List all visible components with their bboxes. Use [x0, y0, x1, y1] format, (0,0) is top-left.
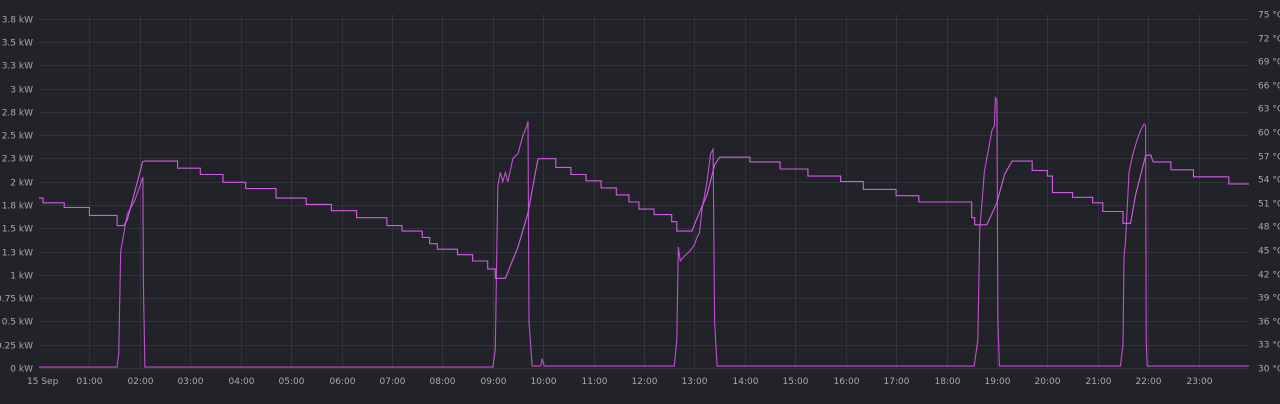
x-axis-tick-label: 01:00: [77, 377, 103, 387]
left-axis-tick-label: 3.8 kW: [2, 16, 33, 26]
x-axis-tick-label: 08:00: [430, 377, 456, 387]
left-axis-tick-label: 1.5 kW: [2, 225, 33, 235]
right-axis-tick-label: 33 °C: [1258, 341, 1280, 351]
right-axis-tick-label: 39 °C: [1258, 294, 1280, 304]
x-axis-tick-label: 18:00: [935, 377, 961, 387]
right-axis-tick-label: 72 °C: [1258, 35, 1280, 45]
x-axis-tick-label: 13:00: [682, 377, 708, 387]
line-chart[interactable]: 0 kW 0.25 kW 0.5 kW 0.75 kW 1 kW 1.3 kW 1.5 kW…: [0, 0, 1280, 400]
x-axis-tick-label: 21:00: [1086, 377, 1112, 387]
x-axis-tick-label: 05:00: [279, 377, 305, 387]
x-axis-tick-label: 10:00: [531, 377, 557, 387]
x-axis-tick-label: 20:00: [1035, 377, 1061, 387]
left-axis-tick-label: 0 kW: [10, 365, 33, 375]
x-axis-tick-label: 02:00: [128, 377, 154, 387]
right-axis-tick-label: 57 °C: [1258, 153, 1280, 163]
right-axis-tick-label: 60 °C: [1258, 129, 1280, 139]
right-axis-tick-label: 42 °C: [1258, 271, 1280, 281]
right-axis-tick-label: 75 °C: [1258, 11, 1280, 21]
x-axis-tick-label: 19:00: [985, 377, 1011, 387]
left-axis-tick-label: 2.8 kW: [2, 109, 33, 119]
x-axis-tick-label: 03:00: [178, 377, 204, 387]
left-axis-tick-label: 1.8 kW: [2, 202, 33, 212]
x-axis-tick-label: 23:00: [1187, 377, 1213, 387]
x-axis-tick-label: 04:00: [229, 377, 255, 387]
x-axis-tick-label: 11:00: [582, 377, 608, 387]
right-axis-tick-label: 66 °C: [1258, 82, 1280, 92]
left-axis-tick-label: 2.5 kW: [2, 132, 33, 142]
x-axis-tick-label: 15 Sep: [27, 377, 59, 387]
x-axis-tick-label: 17:00: [884, 377, 910, 387]
left-axis-tick-label: 0.25 kW: [0, 342, 33, 352]
left-axis-tick-label: 0.5 kW: [2, 318, 33, 328]
right-axis-tick-label: 48 °C: [1258, 223, 1280, 233]
x-axis-tick-label: 15:00: [783, 377, 809, 387]
x-axis-tick-label: 12:00: [632, 377, 658, 387]
right-axis-tick-label: 69 °C: [1258, 58, 1280, 68]
left-axis-tick-label: 3.5 kW: [2, 39, 33, 49]
x-axis-tick-label: 06:00: [330, 377, 356, 387]
left-axis-tick-label: 3.3 kW: [2, 62, 33, 72]
right-axis-tick-label: 45 °C: [1258, 247, 1280, 257]
x-axis-tick-label: 14:00: [733, 377, 759, 387]
x-axis-tick-label: 16:00: [834, 377, 860, 387]
x-axis-tick-label: 22:00: [1136, 377, 1162, 387]
left-axis-tick-label: 2.3 kW: [2, 155, 33, 165]
left-axis-tick-label: 3 kW: [10, 86, 33, 96]
left-axis-tick-label: 0.75 kW: [0, 295, 33, 305]
x-axis-tick-label: 09:00: [481, 377, 507, 387]
x-axis-tick-label: 07:00: [380, 377, 406, 387]
right-axis-tick-label: 51 °C: [1258, 200, 1280, 210]
chart-container: 0 kW 0.25 kW 0.5 kW 0.75 kW 1 kW 1.3 kW 1.5 kW…: [0, 0, 1280, 400]
right-axis-tick-label: 54 °C: [1258, 176, 1280, 186]
left-axis-tick-label: 1.3 kW: [2, 249, 33, 259]
right-axis-tick-label: 63 °C: [1258, 105, 1280, 115]
left-axis-tick-label: 2 kW: [10, 179, 33, 189]
right-axis-tick-label: 30 °C: [1258, 365, 1280, 375]
right-axis-tick-label: 36 °C: [1258, 318, 1280, 328]
left-axis-tick-label: 1 kW: [10, 272, 33, 282]
